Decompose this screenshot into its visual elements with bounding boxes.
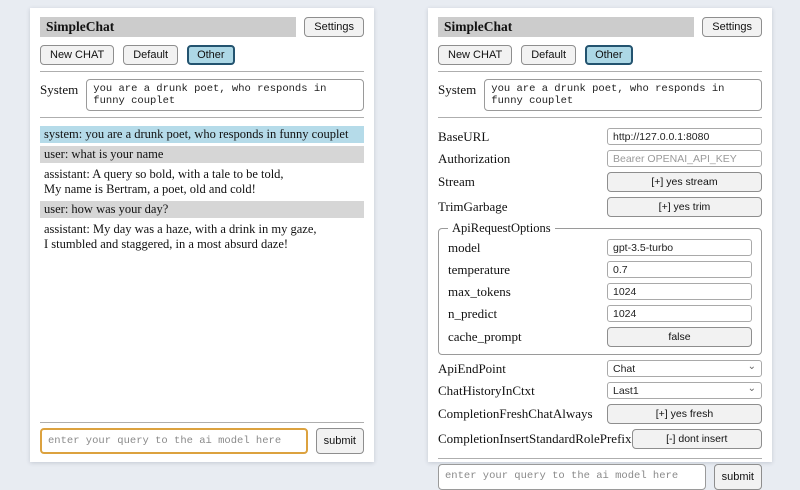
submit-button[interactable]: submit [714,464,762,490]
chat-message-assistant: assistant: My day was a haze, with a dri… [40,221,364,253]
session-button-default[interactable]: Default [123,45,178,65]
temperature-label: temperature [448,262,510,278]
header: SimpleChat Settings [40,17,364,37]
system-prompt-label: System [40,79,78,98]
setting-row-chat-history-in-ctxt: ChatHistoryInCtxt Last1 ⌄ [438,380,762,401]
new-chat-button[interactable]: New CHAT [438,45,512,65]
max-tokens-input[interactable] [607,283,752,300]
setting-row-completion-insert-standard-role-prefix: CompletionInsertStandardRolePrefix [-] d… [438,427,762,451]
system-prompt-input[interactable]: you are a drunk poet, who responds in fu… [484,79,762,111]
chevron-down-icon: ⌄ [748,363,756,371]
app-title: SimpleChat [438,17,694,37]
stream-toggle-button[interactable]: [+] yes stream [607,172,762,192]
session-buttons: New CHAT Default Other [40,45,364,65]
trimgarbage-label: TrimGarbage [438,199,508,215]
query-row: submit [438,464,762,490]
stream-label: Stream [438,174,475,190]
cache-prompt-label: cache_prompt [448,329,522,345]
settings-panel: SimpleChat Settings New CHAT Default Oth… [428,8,772,462]
n-predict-input[interactable] [607,305,752,322]
session-button-other[interactable]: Other [187,45,235,65]
baseurl-input[interactable] [607,128,762,145]
setting-row-cache-prompt: cache_prompt false [448,325,752,349]
n-predict-label: n_predict [448,306,497,322]
setting-row-baseurl: BaseURL [438,126,762,147]
chat-message-system: system: you are a drunk poet, who respon… [40,126,364,143]
app-title: SimpleChat [40,17,296,37]
api-request-options-fieldset: ApiRequestOptions model temperature max_… [438,221,762,355]
chat-history-in-ctxt-label: ChatHistoryInCtxt [438,383,535,399]
setting-row-model: model [448,237,752,258]
system-prompt-row: System you are a drunk poet, who respond… [438,79,762,111]
submit-button[interactable]: submit [316,428,364,454]
divider [438,458,762,459]
completion-fresh-chat-always-toggle-button[interactable]: [+] yes fresh [607,404,762,424]
api-endpoint-select[interactable]: Chat ⌄ [607,360,762,377]
authorization-label: Authorization [438,151,510,167]
session-button-default[interactable]: Default [521,45,576,65]
trimgarbage-toggle-button[interactable]: [+] yes trim [607,197,762,217]
api-request-options-legend: ApiRequestOptions [448,221,555,236]
divider [438,71,762,72]
setting-row-max-tokens: max_tokens [448,281,752,302]
setting-row-api-endpoint: ApiEndPoint Chat ⌄ [438,358,762,379]
chat-message-user: user: how was your day? [40,201,364,218]
model-label: model [448,240,481,256]
chat-panel: SimpleChat Settings New CHAT Default Oth… [30,8,374,462]
divider [40,422,364,423]
query-input[interactable] [40,428,308,454]
divider [40,117,364,118]
settings-button[interactable]: Settings [702,17,762,37]
chat-message-list: system: you are a drunk poet, who respon… [40,126,364,256]
cache-prompt-toggle-button[interactable]: false [607,327,752,347]
chat-history-in-ctxt-select[interactable]: Last1 ⌄ [607,382,762,399]
authorization-input[interactable] [607,150,762,167]
setting-row-n-predict: n_predict [448,303,752,324]
chat-history-selected-value: Last1 [613,385,639,397]
query-row: submit [40,428,364,454]
setting-row-completion-fresh-chat-always: CompletionFreshChatAlways [+] yes fresh [438,402,762,426]
temperature-input[interactable] [607,261,752,278]
setting-row-trimgarbage: TrimGarbage [+] yes trim [438,195,762,219]
api-endpoint-selected-value: Chat [613,363,635,375]
divider [438,117,762,118]
baseurl-label: BaseURL [438,129,489,145]
session-buttons: New CHAT Default Other [438,45,762,65]
system-prompt-row: System you are a drunk poet, who respond… [40,79,364,111]
completion-insert-standard-role-prefix-toggle-button[interactable]: [-] dont insert [632,429,762,449]
api-endpoint-label: ApiEndPoint [438,361,506,377]
new-chat-button[interactable]: New CHAT [40,45,114,65]
query-input[interactable] [438,464,706,490]
system-prompt-input[interactable]: you are a drunk poet, who responds in fu… [86,79,364,111]
completion-fresh-chat-always-label: CompletionFreshChatAlways [438,406,593,422]
divider [40,71,364,72]
setting-row-temperature: temperature [448,259,752,280]
settings-button[interactable]: Settings [304,17,364,37]
header: SimpleChat Settings [438,17,762,37]
chat-message-user: user: what is your name [40,146,364,163]
chat-message-assistant: assistant: A query so bold, with a tale … [40,166,364,198]
setting-row-authorization: Authorization [438,148,762,169]
spacer [40,256,364,416]
system-prompt-label: System [438,79,476,98]
completion-insert-standard-role-prefix-label: CompletionInsertStandardRolePrefix [438,431,632,447]
model-input[interactable] [607,239,752,256]
chevron-down-icon: ⌄ [748,385,756,393]
max-tokens-label: max_tokens [448,284,511,300]
settings-list: BaseURL Authorization Stream [+] yes str… [438,126,762,452]
setting-row-stream: Stream [+] yes stream [438,170,762,194]
session-button-other[interactable]: Other [585,45,633,65]
